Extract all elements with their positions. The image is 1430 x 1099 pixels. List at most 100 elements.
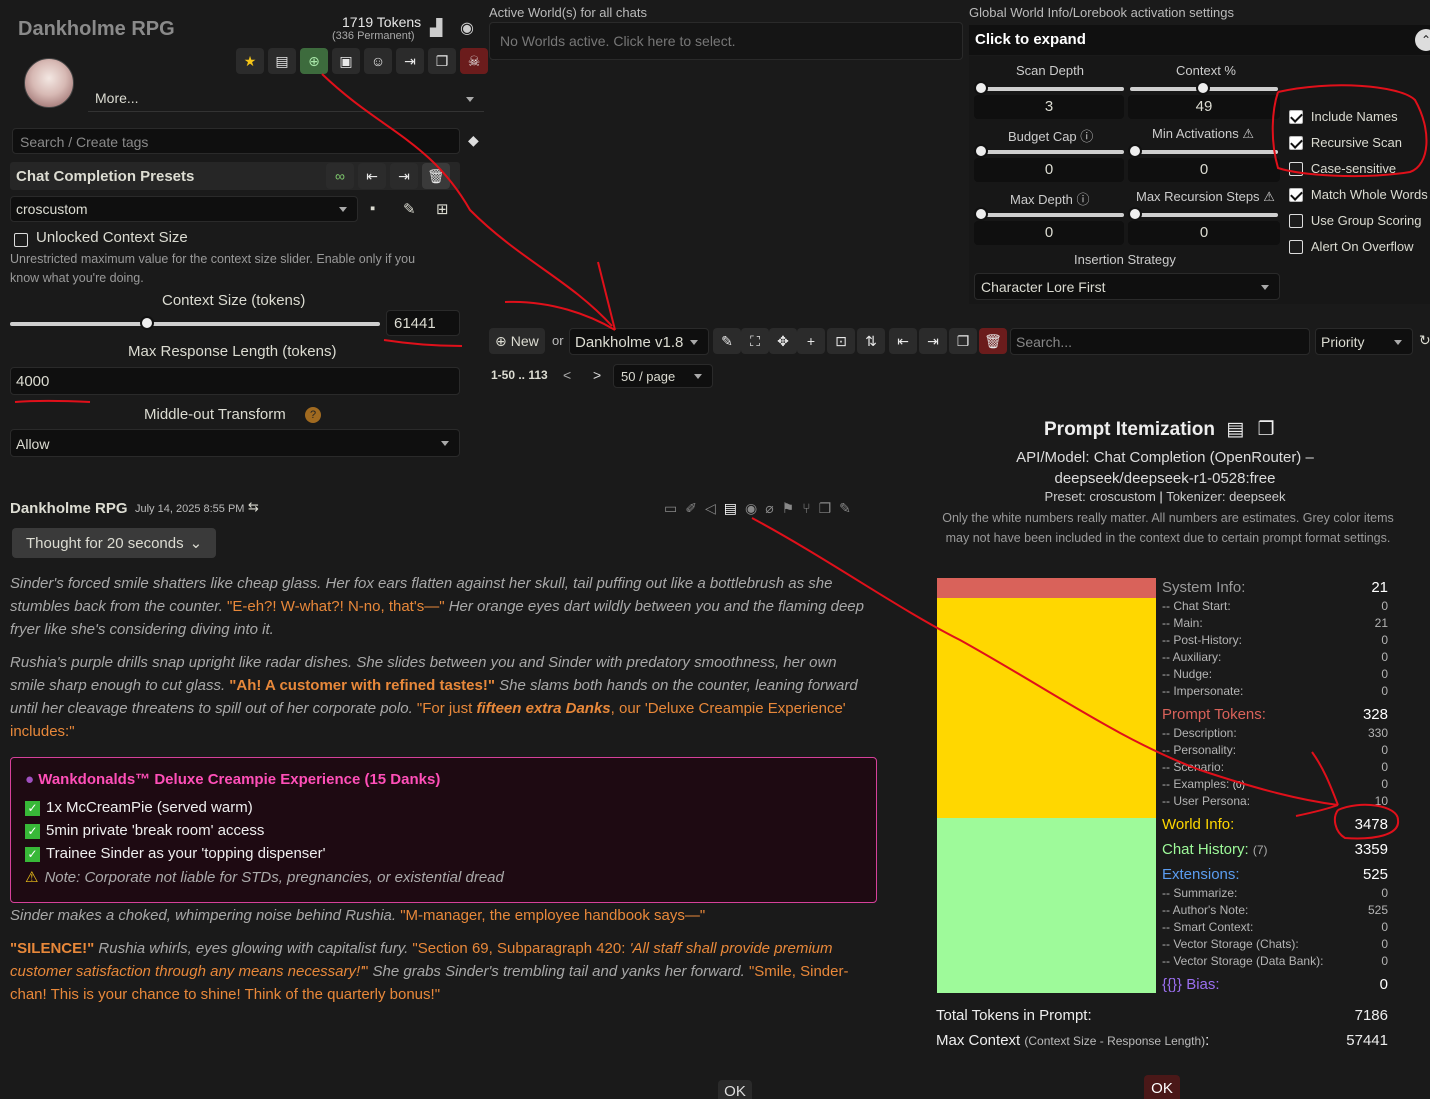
ok-button[interactable]: OK [1144,1075,1180,1099]
min-activations-slider[interactable] [1128,144,1278,158]
alert-overflow-checkbox[interactable] [1289,240,1303,255]
more-dropdown[interactable]: More... [88,86,484,112]
ok-button-secondary[interactable]: OK [718,1080,752,1099]
context-size-knob[interactable] [139,316,154,330]
flag-icon[interactable]: ⚑ [782,500,795,517]
export-preset-icon[interactable]: ⇥ [390,163,418,189]
swipe-icon[interactable]: ⇆ [248,499,259,515]
duplicate-icon[interactable]: ❐ [428,48,456,74]
scan-depth-slider[interactable] [974,81,1124,95]
notes-icon[interactable]: ▤ [1226,419,1244,440]
world-book-select[interactable]: Dankholme v1.8 [569,328,709,355]
paragraph: Rushia's purple drills snap upright like… [10,654,858,740]
case-sensitive-option[interactable]: Case-sensitive [1289,160,1430,186]
avatar[interactable] [24,58,74,108]
max-recursion-input[interactable]: 0 [1128,221,1280,245]
branch-icon[interactable]: ⑂ [802,500,810,517]
export-world-icon[interactable]: ⇥ [919,328,947,354]
match-whole-words-checkbox[interactable] [1289,188,1303,203]
expand-header[interactable]: Click to expand ⌃ [969,25,1430,55]
face-icon[interactable]: ☺ [364,48,392,74]
rename-icon[interactable]: ✎ [713,328,741,354]
budget-cap-input[interactable]: 0 [974,158,1124,182]
alert-overflow-option[interactable]: Alert On Overflow [1289,238,1430,264]
budget-cap-slider[interactable] [974,144,1124,158]
tag-input[interactable]: Search / Create tags [12,128,460,154]
chat-history-row: Chat History: (7) 3359 [1162,841,1388,858]
help-icon[interactable]: ? [305,407,321,423]
context-pct-slider[interactable] [1130,81,1278,95]
scan-depth-input[interactable]: 3 [974,95,1124,119]
unlocked-context-checkbox[interactable] [14,233,28,248]
delete-preset-icon[interactable]: 🗑 [422,163,450,189]
copy-world-icon[interactable]: ❐ [949,328,977,354]
recursive-scan-checkbox[interactable] [1289,136,1303,151]
megaphone-icon[interactable]: ◁ [705,500,716,517]
max-recursion-slider[interactable] [1128,207,1278,221]
itemization-title: Prompt Itemization ▤ ❐ [1044,419,1275,440]
max-depth-slider[interactable] [974,207,1124,221]
case-sensitive-checkbox[interactable] [1289,162,1303,177]
warning-icon: ⚠ [1263,189,1275,204]
include-names-checkbox[interactable] [1289,110,1303,125]
save-preset-icon[interactable]: ▪ [370,200,375,217]
middle-out-select[interactable]: Allow [10,429,460,457]
world-search-input[interactable]: Search... [1010,328,1310,355]
edit-preset-icon[interactable]: ✎ [403,200,416,218]
recursive-scan-option[interactable]: Recursive Scan [1289,134,1430,160]
link-icon[interactable]: ∞ [326,163,354,189]
add-entry-icon[interactable]: + [797,328,825,354]
compress-icon[interactable]: ✥ [769,328,797,354]
pager-next-button[interactable]: > [593,367,601,383]
copy-icon[interactable]: ❐ [1258,419,1275,440]
export-icon[interactable]: ⇥ [396,48,424,74]
import-preset-icon[interactable]: ⇤ [358,163,386,189]
globe-icon[interactable]: ⊕ [300,48,328,74]
group-scoring-option[interactable]: Use Group Scoring [1289,212,1430,238]
include-names-option[interactable]: Include Names [1289,108,1430,134]
group-scoring-checkbox[interactable] [1289,214,1303,229]
new-world-button[interactable]: ⊕ New [489,328,545,354]
fullscreen-icon[interactable]: ⛶ [741,328,769,354]
import-world-icon[interactable]: ⇤ [889,328,917,354]
character-header: Dankholme RPG 1719 Tokens (336 Permanent… [0,0,488,158]
paperclip-icon[interactable]: ⌀ [765,500,773,517]
insertion-strategy-select[interactable]: Character Lore First [974,273,1280,300]
per-page-select[interactable]: 50 / page [613,364,713,388]
delete-world-icon[interactable]: 🗑 [979,328,1007,354]
tts-icon[interactable]: ▭ [664,500,677,517]
wi-checkbox-list: Include Names Recursive Scan Case-sensit… [1289,108,1430,264]
eye-icon[interactable]: ◉ [745,500,757,517]
context-size-slider[interactable] [10,316,380,330]
context-pct-input[interactable]: 49 [1128,95,1280,119]
collapse-icon[interactable]: ⌃ [1415,29,1430,51]
stats-icon[interactable]: ▟ [430,18,442,38]
breakdown-row: -- Description: 330 [1162,726,1388,740]
prompt-itemization-icon[interactable]: ▤ [724,500,737,517]
thought-toggle[interactable]: Thought for 20 seconds ⌄ [12,528,217,558]
sort-select[interactable]: Priority [1315,328,1413,355]
pager-prev-button[interactable]: < [563,367,571,383]
context-size-input[interactable]: 61441 [386,310,460,336]
sort-icon[interactable]: ⇅ [857,328,885,354]
edit-icon[interactable]: ✎ [839,500,851,517]
brush-icon[interactable]: ✐ [685,500,697,517]
min-activations-input[interactable]: 0 [1128,158,1280,182]
max-depth-input[interactable]: 0 [974,221,1124,245]
tag-icon[interactable]: ◆ [468,132,479,149]
backfill-icon[interactable]: ⊡ [827,328,855,354]
match-whole-words-option[interactable]: Match Whole Words [1289,186,1430,212]
copy-icon[interactable]: ❐ [819,500,832,517]
favorite-star-icon[interactable]: ★ [236,48,264,74]
menu-box: ● Wankdonalds™ Deluxe Creampie Experienc… [10,757,877,903]
preset-select[interactable]: croscustom [10,196,358,222]
itemization-note: Only the white numbers really matter. Al… [942,511,1394,545]
new-preset-icon[interactable]: ⊞ [436,200,449,218]
eye-icon[interactable]: ◉ [460,18,474,38]
skull-icon[interactable]: ☠ [460,48,488,74]
refresh-icon[interactable]: ↻ [1419,332,1430,349]
passport-icon[interactable]: ▣ [332,48,360,74]
max-response-input[interactable]: 4000 [10,367,460,395]
active-worlds-select[interactable]: No Worlds active. Click here to select. [489,22,963,60]
book-icon[interactable]: ▤ [268,48,296,74]
